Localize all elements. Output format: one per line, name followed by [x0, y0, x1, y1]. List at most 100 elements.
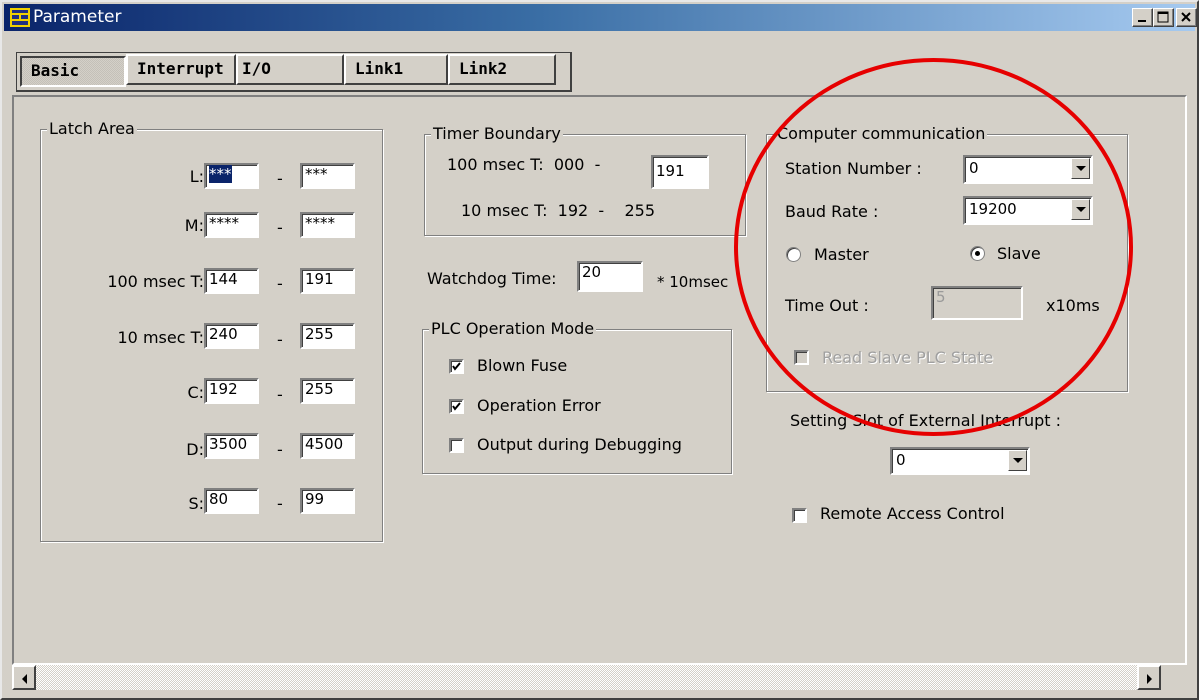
- plc-mode-title: PLC Operation Mode: [429, 319, 597, 339]
- master-label: Master: [814, 245, 869, 264]
- tab-label: Basic: [31, 61, 80, 80]
- close-icon: [1181, 12, 1191, 22]
- station-number-label: Station Number :: [785, 159, 922, 178]
- time-out-unit: x10ms: [1046, 296, 1100, 315]
- baud-rate-label: Baud Rate :: [785, 202, 879, 221]
- latch-l-to-input[interactable]: ***: [300, 163, 355, 189]
- arrow-left-icon: [22, 674, 27, 684]
- external-interrupt-label: Setting Slot of External Interrupt :: [790, 411, 1061, 430]
- check-icon: [452, 402, 461, 411]
- maximize-button[interactable]: [1153, 8, 1174, 27]
- slave-radio[interactable]: [970, 246, 985, 261]
- size-grip[interactable]: [1161, 665, 1185, 690]
- latch-100ms-to-input[interactable]: 191: [300, 268, 355, 294]
- time-out-label: Time Out :: [785, 296, 869, 315]
- tab-link2[interactable]: Link2: [448, 54, 556, 85]
- tab-interrupt[interactable]: Interrupt: [126, 54, 236, 85]
- parameter-window: Parameter Basic Interrupt I/O Link1 Link…: [0, 0, 1199, 700]
- watchdog-input[interactable]: 20: [577, 261, 643, 292]
- minimize-icon: [1138, 20, 1146, 22]
- timer-boundary-title: Timer Boundary: [431, 124, 563, 144]
- tab-label: Interrupt: [137, 59, 224, 78]
- baud-rate-select[interactable]: 19200: [963, 196, 1093, 225]
- radio-selected-dot: [975, 251, 980, 256]
- chevron-down-icon: [1076, 207, 1086, 212]
- latch-c-to-input[interactable]: 255: [300, 378, 355, 404]
- latch-s-to-input[interactable]: 99: [300, 488, 355, 514]
- watchdog-label: Watchdog Time:: [427, 269, 557, 288]
- latch-dash: -: [277, 440, 283, 459]
- dropdown-arrow[interactable]: [1008, 450, 1027, 471]
- tab-basic[interactable]: Basic: [20, 56, 126, 87]
- latch-100ms-from-input[interactable]: 144: [204, 268, 259, 294]
- station-number-select[interactable]: 0: [963, 155, 1093, 184]
- output-debugging-checkbox[interactable]: [449, 438, 464, 453]
- check-icon: [452, 362, 461, 371]
- plc-mode-group: PLC Operation Mode Blown Fuse Operation …: [422, 319, 732, 474]
- tab-link1[interactable]: Link1: [344, 54, 448, 85]
- timer-boundary-group: Timer Boundary 100 msec T: 000 - 191 10 …: [424, 124, 746, 236]
- remote-access-label: Remote Access Control: [820, 504, 1005, 523]
- latch-d-to-input[interactable]: 4500: [300, 433, 355, 459]
- chevron-down-icon: [1013, 458, 1023, 463]
- dropdown-arrow[interactable]: [1071, 199, 1090, 220]
- latch-l-from-input[interactable]: ***: [204, 163, 259, 189]
- tab-io[interactable]: I/O: [236, 54, 344, 85]
- app-icon: [10, 8, 30, 27]
- title-bar[interactable]: Parameter: [4, 4, 1197, 31]
- latch-10ms-label: 10 msec T:: [117, 328, 205, 347]
- latch-s-from-input[interactable]: 80: [204, 488, 259, 514]
- tab-label: I/O: [242, 59, 271, 78]
- latch-s-label: S:: [188, 494, 204, 513]
- tab-label: Link2: [459, 59, 508, 78]
- operation-error-checkbox[interactable]: [449, 399, 464, 414]
- latch-dash: -: [277, 218, 283, 237]
- computer-communication-title: Computer communication: [775, 124, 988, 144]
- chevron-down-icon: [1076, 166, 1086, 171]
- latch-c-from-input[interactable]: 192: [204, 378, 259, 404]
- read-slave-checkbox[interactable]: [794, 350, 809, 365]
- horizontal-scrollbar[interactable]: [12, 665, 1185, 690]
- minimize-button[interactable]: [1132, 8, 1153, 27]
- blown-fuse-checkbox[interactable]: [449, 359, 464, 374]
- latch-area-title: Latch Area: [47, 119, 137, 139]
- remote-access-checkbox[interactable]: [792, 508, 807, 523]
- operation-error-label: Operation Error: [477, 396, 601, 415]
- latch-d-from-input[interactable]: 3500: [204, 433, 259, 459]
- basic-page: Latch Area L: *** - *** M: **** - **** 1…: [12, 95, 1187, 665]
- latch-m-to-input[interactable]: ****: [300, 212, 355, 238]
- latch-l-label: L:: [189, 167, 204, 186]
- time-out-input[interactable]: 5: [931, 286, 1023, 320]
- external-interrupt-select[interactable]: 0: [890, 447, 1030, 475]
- dropdown-arrow[interactable]: [1071, 158, 1090, 179]
- computer-communication-group: Computer communication Station Number : …: [766, 124, 1128, 392]
- scroll-right-button[interactable]: [1137, 665, 1161, 690]
- slave-label: Slave: [997, 244, 1041, 263]
- latch-d-label: D:: [186, 440, 204, 459]
- timer-boundary-input[interactable]: 191: [651, 155, 709, 189]
- latch-dash: -: [277, 494, 283, 513]
- blown-fuse-label: Blown Fuse: [477, 356, 568, 375]
- tab-label: Link1: [355, 59, 404, 78]
- timer-100ms-label: 100 msec T: 000 -: [447, 155, 601, 174]
- read-slave-label: Read Slave PLC State: [822, 348, 994, 367]
- maximize-icon: [1157, 11, 1169, 23]
- scroll-left-button[interactable]: [12, 665, 36, 690]
- latch-m-label: M:: [184, 216, 204, 235]
- latch-10ms-to-input[interactable]: 255: [300, 323, 355, 349]
- output-debugging-label: Output during Debugging: [477, 435, 682, 454]
- timer-10ms-label: 10 msec T: 192 - 255: [461, 201, 656, 220]
- close-button[interactable]: [1176, 8, 1197, 27]
- master-radio[interactable]: [786, 247, 801, 262]
- window-title: Parameter: [33, 7, 122, 27]
- latch-dash: -: [277, 169, 283, 188]
- watchdog-unit: * 10msec: [657, 273, 729, 291]
- latch-area-group: Latch Area L: *** - *** M: **** - **** 1…: [40, 119, 383, 542]
- latch-c-label: C:: [187, 383, 204, 402]
- latch-dash: -: [277, 385, 283, 404]
- latch-m-from-input[interactable]: ****: [204, 212, 259, 238]
- latch-dash: -: [277, 330, 283, 349]
- latch-dash: -: [277, 274, 283, 293]
- arrow-right-icon: [1147, 674, 1152, 684]
- latch-10ms-from-input[interactable]: 240: [204, 323, 259, 349]
